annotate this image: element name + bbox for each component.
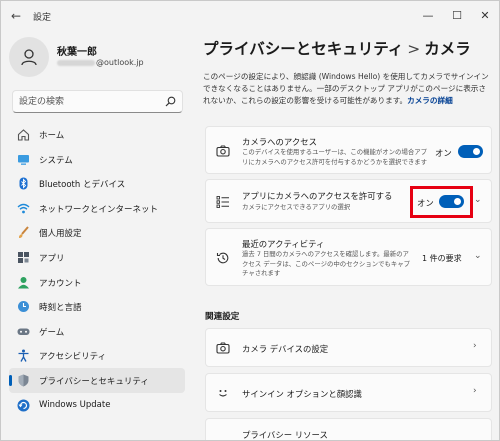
sidebar-item-personalization[interactable]: 個人用設定 [9,220,185,245]
sidebar-item-label: アクセシビリティ [39,352,107,363]
apps-icon [18,251,29,263]
sidebar-item-home[interactable]: ホーム [9,122,185,147]
title-bar: ← 設定 — ☐ ✕ [1,1,499,31]
chevron-down-icon[interactable]: ⌄ [474,251,482,261]
related-item-privacy-resources[interactable]: プライバシー リソース [205,418,492,440]
related-item-label: カメラ デバイスの設定 [242,344,329,354]
sidebar-item-apps[interactable]: アプリ [9,245,185,270]
person-icon [21,49,37,66]
sidebar-item-label: 個人用設定 [39,229,82,240]
request-count: 1 件の要求 [422,254,462,263]
app-access-subtitle: カメラにアクセスできるアプリの選択 [242,203,351,211]
close-button[interactable]: ✕ [476,6,494,24]
camera-icon [216,145,230,157]
camera-access-card: カメラへのアクセス このデバイスを使用するユーザーは、この機能がオンの場合アプリ… [205,126,492,174]
history-icon [216,252,229,264]
sidebar-item-label: Windows Update [39,399,111,410]
highlight-box [410,186,473,218]
gamepad-icon [17,328,30,335]
back-arrow-icon[interactable]: ← [11,9,21,23]
brush-icon [18,226,29,239]
camera-details-link[interactable]: カメラの詳細 [407,96,453,105]
sidebar-item-accounts[interactable]: アカウント [9,270,185,295]
search-input[interactable] [19,95,159,109]
bluetooth-icon [19,177,28,190]
sidebar-item-label: プライバシーとセキュリティ [39,376,149,387]
accessibility-icon [18,349,29,363]
list-icon [216,196,229,208]
time-language-icon [18,301,29,313]
sidebar-item-label: ゲーム [39,327,65,338]
related-item-label: サインイン オプションと顔認識 [242,389,362,399]
update-icon [17,399,30,412]
related-settings-heading: 関連設定 [205,312,240,322]
sidebar-item-privacy-security[interactable]: プライバシーとセキュリティ [9,367,185,393]
sidebar-item-time-language[interactable]: 時刻と言語 [9,294,185,319]
wifi-icon [17,203,30,214]
sidebar-item-accessibility[interactable]: アクセシビリティ [9,343,185,368]
breadcrumb-separator: > [407,40,421,58]
sidebar-item-network[interactable]: ネットワークとインターネット [9,196,185,221]
sidebar-item-bluetooth[interactable]: Bluetooth とデバイス [9,171,185,196]
face-icon [219,390,227,397]
home-icon [17,129,30,141]
sidebar-item-label: ホーム [39,131,65,141]
settings-search[interactable] [12,90,183,113]
camera-access-title: カメラへのアクセス [242,137,317,147]
sidebar-item-system[interactable]: システム [9,147,185,172]
minimize-button[interactable]: — [419,6,437,24]
camera-icon [216,342,230,354]
page-title: プライバシーとセキュリティ > カメラ [203,37,471,59]
recent-activity-card[interactable]: 最近のアクティビティ 過去 7 日間のカメラへのアクセスを確認します。最新のアク… [205,228,492,286]
app-title: 設定 [33,13,52,23]
settings-window: ← 設定 — ☐ ✕ 秋葉一郎 @outlook.jp ホーム シス [0,0,500,441]
maximize-button[interactable]: ☐ [448,6,466,24]
related-item-signin-options[interactable]: サインイン オプションと顔認識 › [205,373,492,412]
chevron-right-icon[interactable]: › [473,341,477,351]
camera-access-toggle-label: オン [435,148,452,158]
camera-access-toggle[interactable] [458,145,483,158]
avatar[interactable] [9,37,49,77]
recent-activity-subtitle: 過去 7 日間のカメラへのアクセスを確認します。最新のアクセス データは、このペ… [242,250,411,277]
sidebar-item-label: ネットワークとインターネット [39,204,159,215]
sidebar-item-label: アカウント [39,278,82,289]
account-icon [18,276,29,289]
intro-text: このページの設定により、顔認識 (Windows Hello) を使用してカメラ… [203,72,489,105]
sidebar-item-windows-update[interactable]: Windows Update [9,393,185,418]
breadcrumb-parent[interactable]: プライバシーとセキュリティ [203,40,403,58]
breadcrumb-current: カメラ [424,40,471,58]
related-item-label: プライバシー リソース [242,430,328,440]
chevron-right-icon[interactable]: › [473,386,477,396]
blurred-email-prefix [57,59,95,66]
app-access-title: アプリにカメラへのアクセスを許可する [242,191,393,201]
recent-activity-title: 最近のアクティビティ [242,239,325,249]
chevron-down-icon[interactable]: ⌄ [474,195,482,205]
sidebar-item-label: 時刻と言語 [39,303,82,314]
sidebar-item-label: システム [39,155,73,166]
sidebar-nav: ホーム システム Bluetooth とデバイス ネットワークとインターネット … [9,122,185,417]
sidebar-item-label: Bluetooth とデバイス [39,180,126,191]
shield-icon [18,374,29,387]
system-icon [18,154,29,165]
user-name: 秋葉一郎 [57,47,97,58]
camera-access-subtitle: このデバイスを使用するユーザーは、この機能がオンの場合アプリにカメラへのアクセス… [242,148,428,166]
sidebar-item-gaming[interactable]: ゲーム [9,319,185,344]
user-email: @outlook.jp [57,58,144,67]
related-item-camera-devices[interactable]: カメラ デバイスの設定 › [205,328,492,367]
search-icon[interactable] [165,96,176,107]
sidebar-item-label: アプリ [39,253,65,264]
